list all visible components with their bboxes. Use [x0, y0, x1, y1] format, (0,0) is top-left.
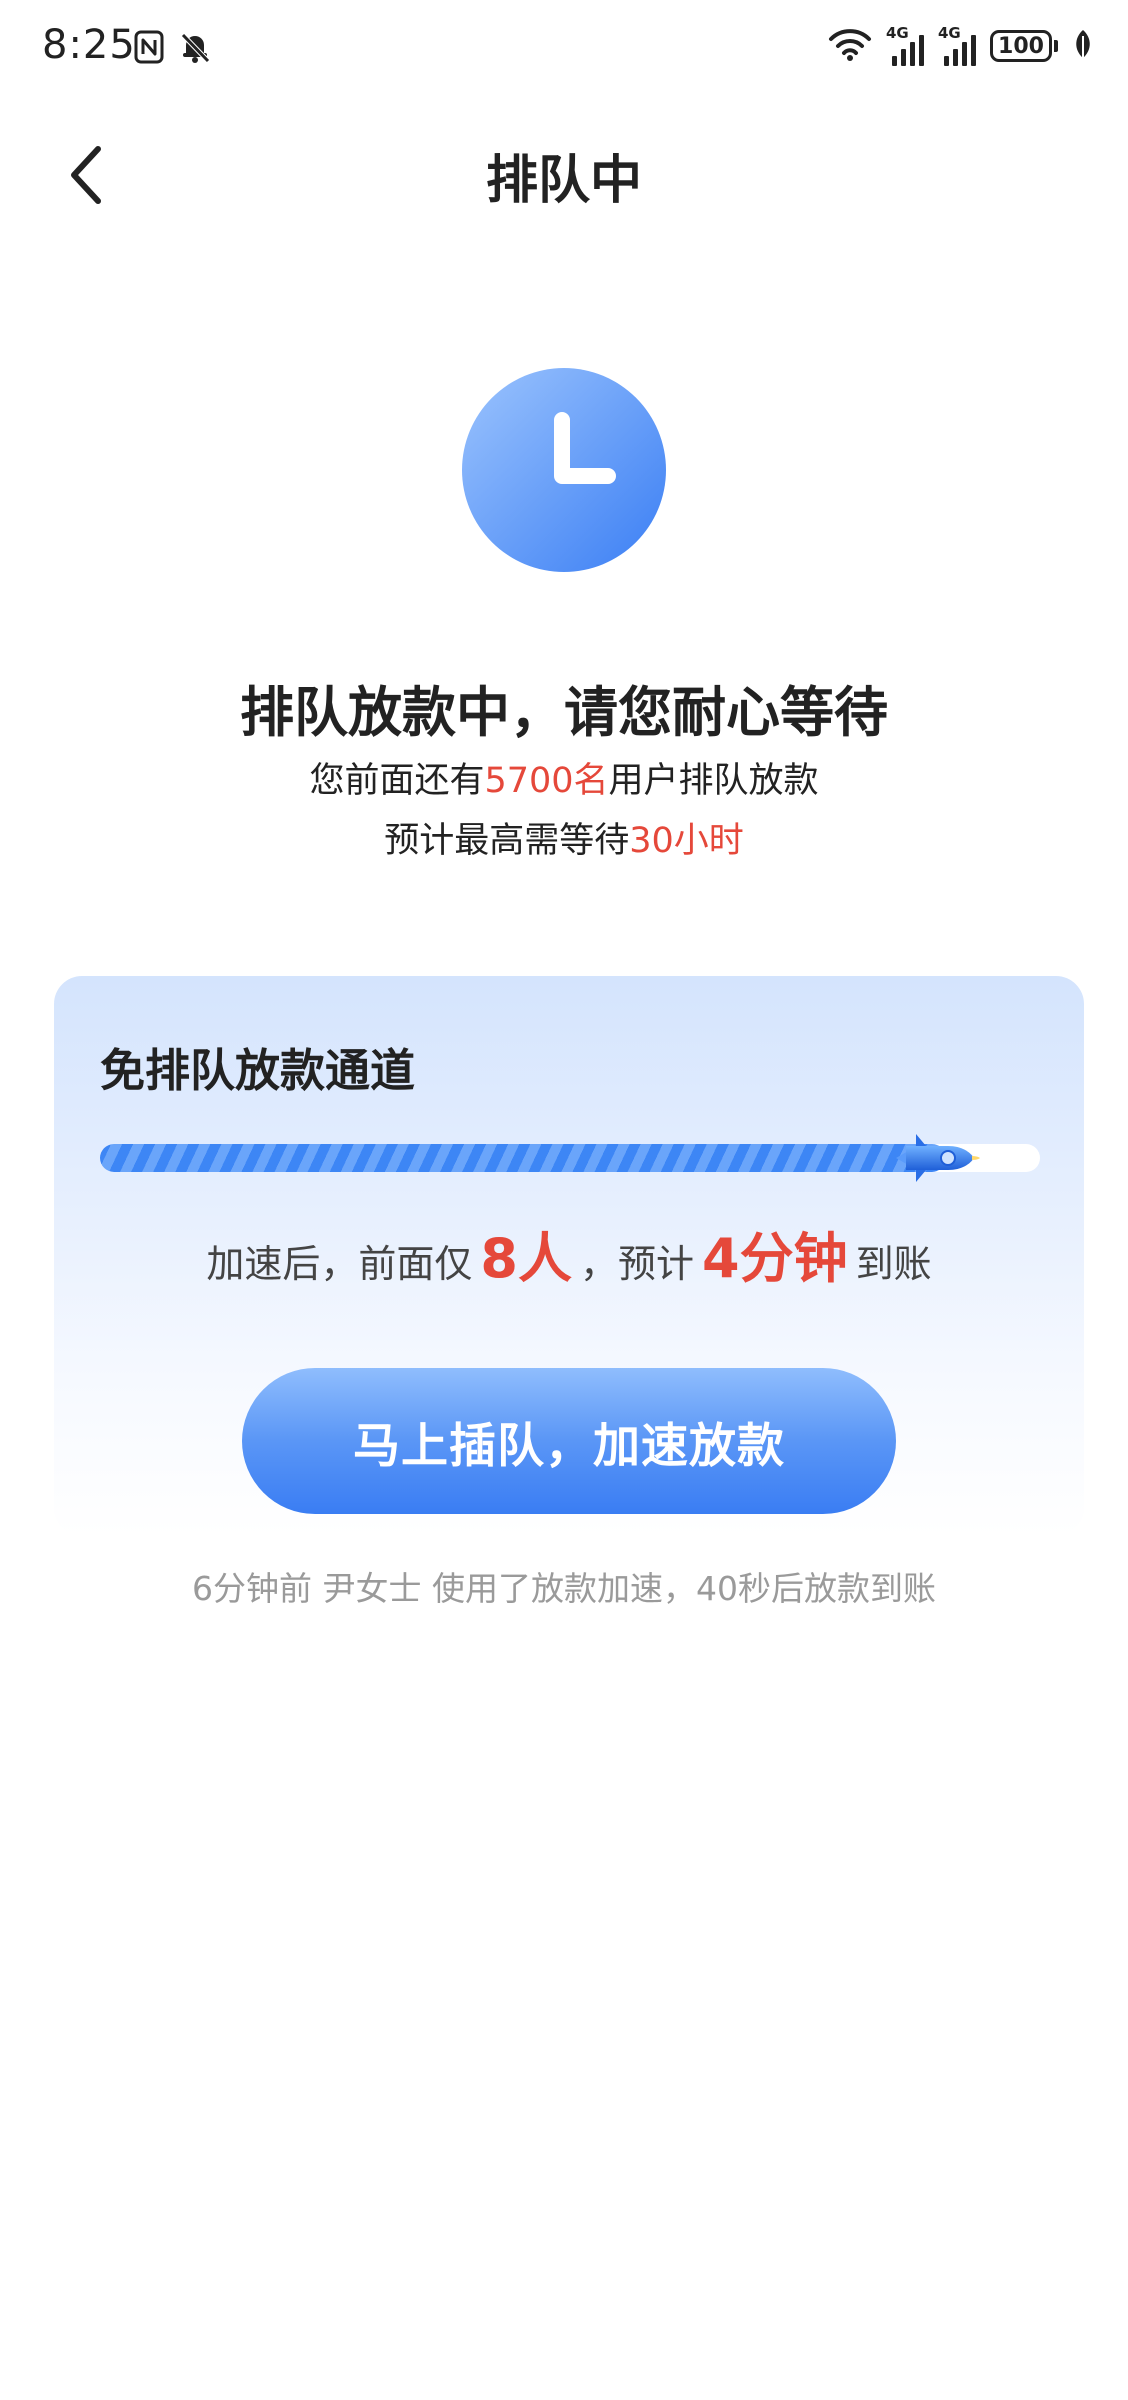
speed-up-text-2: ，预计	[579, 1242, 694, 1286]
status-time: 8:25	[42, 22, 136, 68]
queue-eta-line: 预计最高需等待30小时	[0, 812, 1128, 863]
signal-icon: 4G	[886, 24, 924, 66]
signal-icon: 4G	[938, 24, 976, 66]
bell-muted-icon	[178, 30, 212, 68]
network-type-label: 4G	[938, 24, 961, 42]
queue-ahead-line: 您前面还有5700名用户排队放款	[0, 752, 1128, 803]
acceleration-progress-bar	[100, 1134, 1040, 1182]
progress-fill	[100, 1144, 946, 1172]
people-ahead-value: 8人	[480, 1227, 572, 1290]
queue-ahead-suffix: 用户排队放款	[608, 761, 819, 801]
rocket-icon	[886, 1122, 982, 1194]
queue-ahead-count: 5700名	[484, 761, 609, 801]
speed-up-text-1: 加速后，前面仅	[206, 1242, 473, 1286]
status-right-icons: 4G 4G 100	[828, 24, 1094, 66]
battery-level: 100	[990, 30, 1052, 62]
nfc-icon	[134, 30, 164, 68]
fast-lane-card: 免排队放款通道 加速后，前面仅 8人 ，预计 4分钟 到账 马上插队，加速放款	[54, 976, 1084, 1536]
recent-activity-note: 6分钟前 尹女士 使用了放款加速，40秒后放款到账	[192, 1569, 936, 1608]
status-left-icons	[134, 30, 212, 68]
queue-headline: 排队放款中，请您耐心等待	[240, 681, 888, 744]
queue-ahead-prefix: 您前面还有	[309, 761, 485, 801]
fast-lane-title: 免排队放款通道	[100, 1044, 416, 1097]
network-type-label: 4G	[886, 24, 909, 42]
boost-queue-button[interactable]: 马上插队，加速放款	[242, 1368, 896, 1514]
status-bar: 8:25 4G 4G 100	[0, 0, 1128, 100]
wifi-icon	[828, 26, 872, 66]
queue-eta-value: 30小时	[629, 821, 744, 861]
page-title: 排队中	[485, 151, 642, 211]
speed-up-text-3: 到账	[855, 1242, 932, 1286]
arrival-time-value: 4分钟	[702, 1227, 848, 1290]
speed-up-line: 加速后，前面仅 8人 ，预计 4分钟 到账	[54, 1214, 1084, 1293]
clock-icon	[462, 368, 666, 572]
queue-eta-prefix: 预计最高需等待	[384, 821, 630, 861]
battery-icon: 100	[990, 30, 1058, 62]
leaf-icon	[1072, 28, 1094, 64]
